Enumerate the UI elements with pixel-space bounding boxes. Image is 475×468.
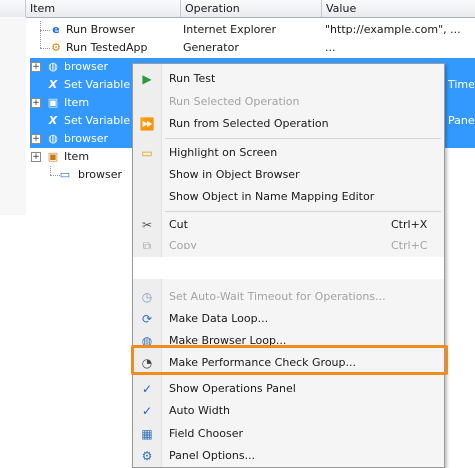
globe-icon: ◍	[48, 132, 58, 145]
menu-item-run-from-selected-operation[interactable]: ⏩ Run from Selected Operation	[133, 113, 444, 135]
column-header-value[interactable]: Value	[322, 0, 475, 17]
ie-browser-icon: e	[52, 23, 60, 36]
row-value: ...	[325, 41, 336, 54]
expand-toggle[interactable]: +	[31, 98, 41, 108]
row-item-label: Set Variable Va	[64, 78, 134, 91]
row-operation: Internet Explorer	[183, 23, 276, 36]
shortcut-copy: Ctrl+C	[391, 239, 428, 249]
field-chooser-icon: ▦	[141, 427, 153, 441]
column-header-operation[interactable]: Operation	[181, 0, 322, 17]
scissors-icon: ✂	[141, 218, 153, 232]
highlight-icon: ▭	[141, 146, 153, 160]
row-operation: Generator	[183, 41, 239, 54]
expand-toggle[interactable]: +	[31, 152, 41, 162]
globe-icon: ◍	[48, 60, 58, 73]
timeout-icon: ◷	[141, 290, 153, 304]
browser-window-icon: ▭	[59, 168, 71, 181]
header-gutter	[0, 0, 26, 17]
menu-item-set-auto-wait-timeout[interactable]: ◷ Set Auto-Wait Timeout for Operations..…	[133, 286, 444, 308]
row-item-label: Set Variable Va	[64, 114, 134, 127]
menu-separator	[165, 138, 441, 139]
run-icon: ▶	[142, 72, 152, 86]
row-item-label: Item	[64, 150, 90, 163]
row-value: "http://example.com", ...	[325, 23, 461, 36]
menu-item-panel-options[interactable]: ⚙ Panel Options...	[133, 445, 444, 467]
expand-toggle[interactable]: +	[31, 62, 41, 72]
checkmark-icon: ✓	[141, 382, 153, 396]
menu-item-show-operations-panel[interactable]: ✓ Show Operations Panel	[133, 378, 444, 400]
panel-options-icon: ⚙	[141, 449, 153, 463]
menu-item-field-chooser[interactable]: ▦ Field Chooser	[133, 423, 444, 445]
item-icon: ▣	[47, 96, 59, 109]
table-row[interactable]: e Run Browser Internet Explorer "http://…	[0, 21, 475, 39]
copy-icon: ⧉	[142, 239, 152, 249]
item-icon: ▣	[47, 150, 59, 163]
shortcut-cut: Ctrl+X	[391, 218, 428, 231]
variable-icon: X	[48, 114, 58, 127]
menu-separator	[165, 211, 441, 212]
menu-item-auto-width[interactable]: ✓ Auto Width	[133, 400, 444, 422]
menu-item-cut[interactable]: ✂ Cut Ctrl+X	[133, 214, 444, 236]
menu-item-run-test[interactable]: ▶ Run Test	[133, 68, 444, 90]
context-menu: ▶ Run Test Run Selected Operation ⏩ Run …	[132, 63, 445, 468]
row-item-label: browser	[78, 168, 123, 181]
row-item-label: browser	[64, 60, 109, 73]
menu-item-make-data-loop[interactable]: ⟳ Make Data Loop...	[133, 308, 444, 330]
column-header-item[interactable]: Item	[26, 0, 181, 17]
menu-item-show-in-object-browser[interactable]: Show in Object Browser	[133, 164, 444, 186]
table-row[interactable]: ⚙ Run TestedApp Generator ...	[0, 39, 475, 57]
variable-icon: X	[48, 78, 58, 91]
row-item-label: browser	[64, 132, 109, 145]
row-value: PaneA	[448, 114, 475, 127]
menu-item-run-selected-operation[interactable]: Run Selected Operation	[133, 91, 444, 113]
checkmark-icon: ✓	[141, 404, 153, 418]
data-loop-icon: ⟳	[141, 312, 153, 326]
row-value: Timeo	[448, 78, 475, 91]
row-item-label: Run TestedApp	[66, 41, 148, 54]
grid-header: Item Operation Value	[0, 0, 475, 18]
callout-highlight-frame	[131, 345, 448, 375]
row-item-label: Item	[64, 96, 90, 109]
menu-item-copy[interactable]: ⧉ Copy Ctrl+C	[133, 235, 444, 249]
row-item-label: Run Browser	[66, 23, 136, 36]
menu-item-highlight-on-screen[interactable]: ▭ Highlight on Screen	[133, 142, 444, 164]
menu-gap	[133, 257, 444, 279]
run-from-icon: ⏩	[139, 117, 155, 131]
expand-toggle[interactable]: +	[31, 134, 41, 144]
app-icon: ⚙	[51, 41, 61, 54]
menu-item-show-in-name-mapping[interactable]: Show Object in Name Mapping Editor	[133, 186, 444, 208]
